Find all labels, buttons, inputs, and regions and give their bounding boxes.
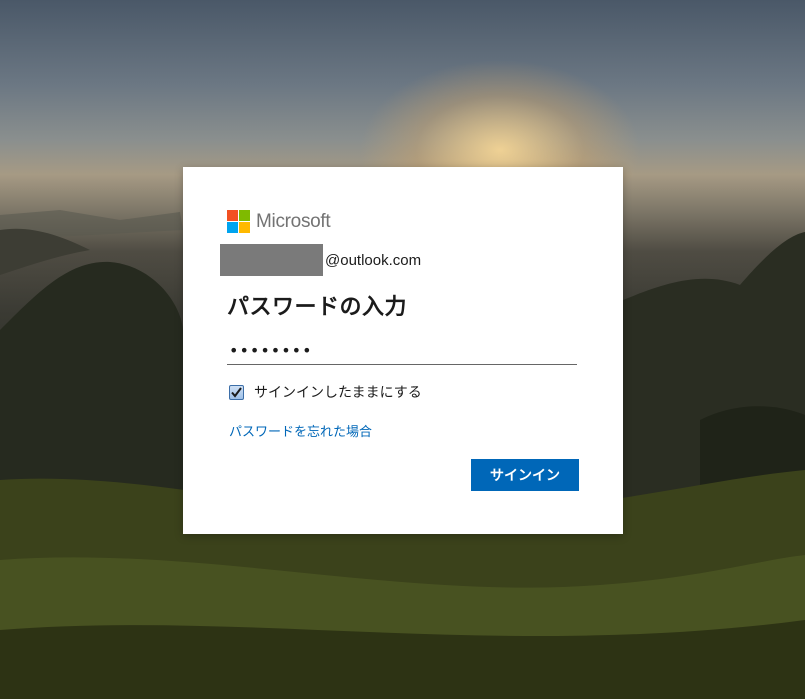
forgot-password-link[interactable]: パスワードを忘れた場合 [229, 421, 372, 440]
password-input[interactable] [227, 337, 577, 365]
page-title: パスワードの入力 [227, 295, 408, 320]
checkmark-icon [231, 386, 242, 398]
keep-signed-in-checkbox[interactable] [229, 384, 244, 400]
keep-signed-in[interactable]: サインインしたままにする [229, 382, 422, 402]
account-domain: @outlook.com [325, 251, 422, 269]
signin-card: Microsoft @outlook.com パスワードの入力 サインインしたま… [183, 167, 623, 534]
microsoft-logo-icon [227, 210, 250, 233]
redacted-username [220, 244, 323, 276]
account-identifier: @outlook.com [220, 244, 421, 276]
signin-button[interactable]: サインイン [471, 459, 579, 491]
microsoft-logo-text: Microsoft [256, 210, 331, 232]
microsoft-logo: Microsoft [227, 210, 331, 233]
keep-signed-in-label: サインインしたままにする [254, 385, 422, 401]
